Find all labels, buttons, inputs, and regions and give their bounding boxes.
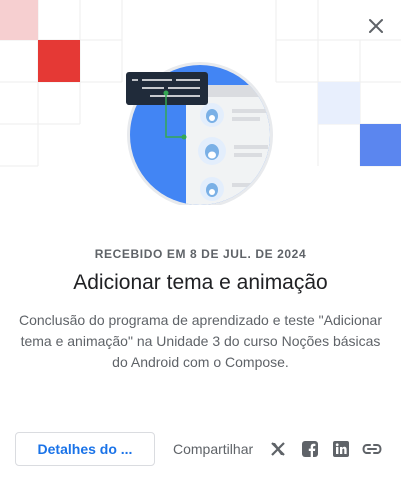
x-icon xyxy=(271,442,285,456)
share-linkedin-button[interactable] xyxy=(330,438,352,460)
badge-illustration xyxy=(126,62,273,205)
badge-description: Conclusão do programa de aprendizado e t… xyxy=(19,312,382,370)
share-label: Compartilhar xyxy=(173,441,254,457)
share-link-button[interactable] xyxy=(361,438,383,460)
linkedin-icon xyxy=(333,441,349,457)
received-date: RECEBIDO EM 8 DE JUL. DE 2024 xyxy=(94,247,307,261)
close-button[interactable] xyxy=(360,10,392,42)
details-button[interactable]: Detalhes do ... xyxy=(15,432,155,466)
close-icon xyxy=(369,19,383,33)
share-facebook-button[interactable] xyxy=(299,438,321,460)
facebook-icon xyxy=(302,441,318,457)
badge-title: Adicionar tema e animação xyxy=(73,271,328,294)
share-x-button[interactable] xyxy=(267,438,289,460)
link-icon xyxy=(362,444,382,454)
